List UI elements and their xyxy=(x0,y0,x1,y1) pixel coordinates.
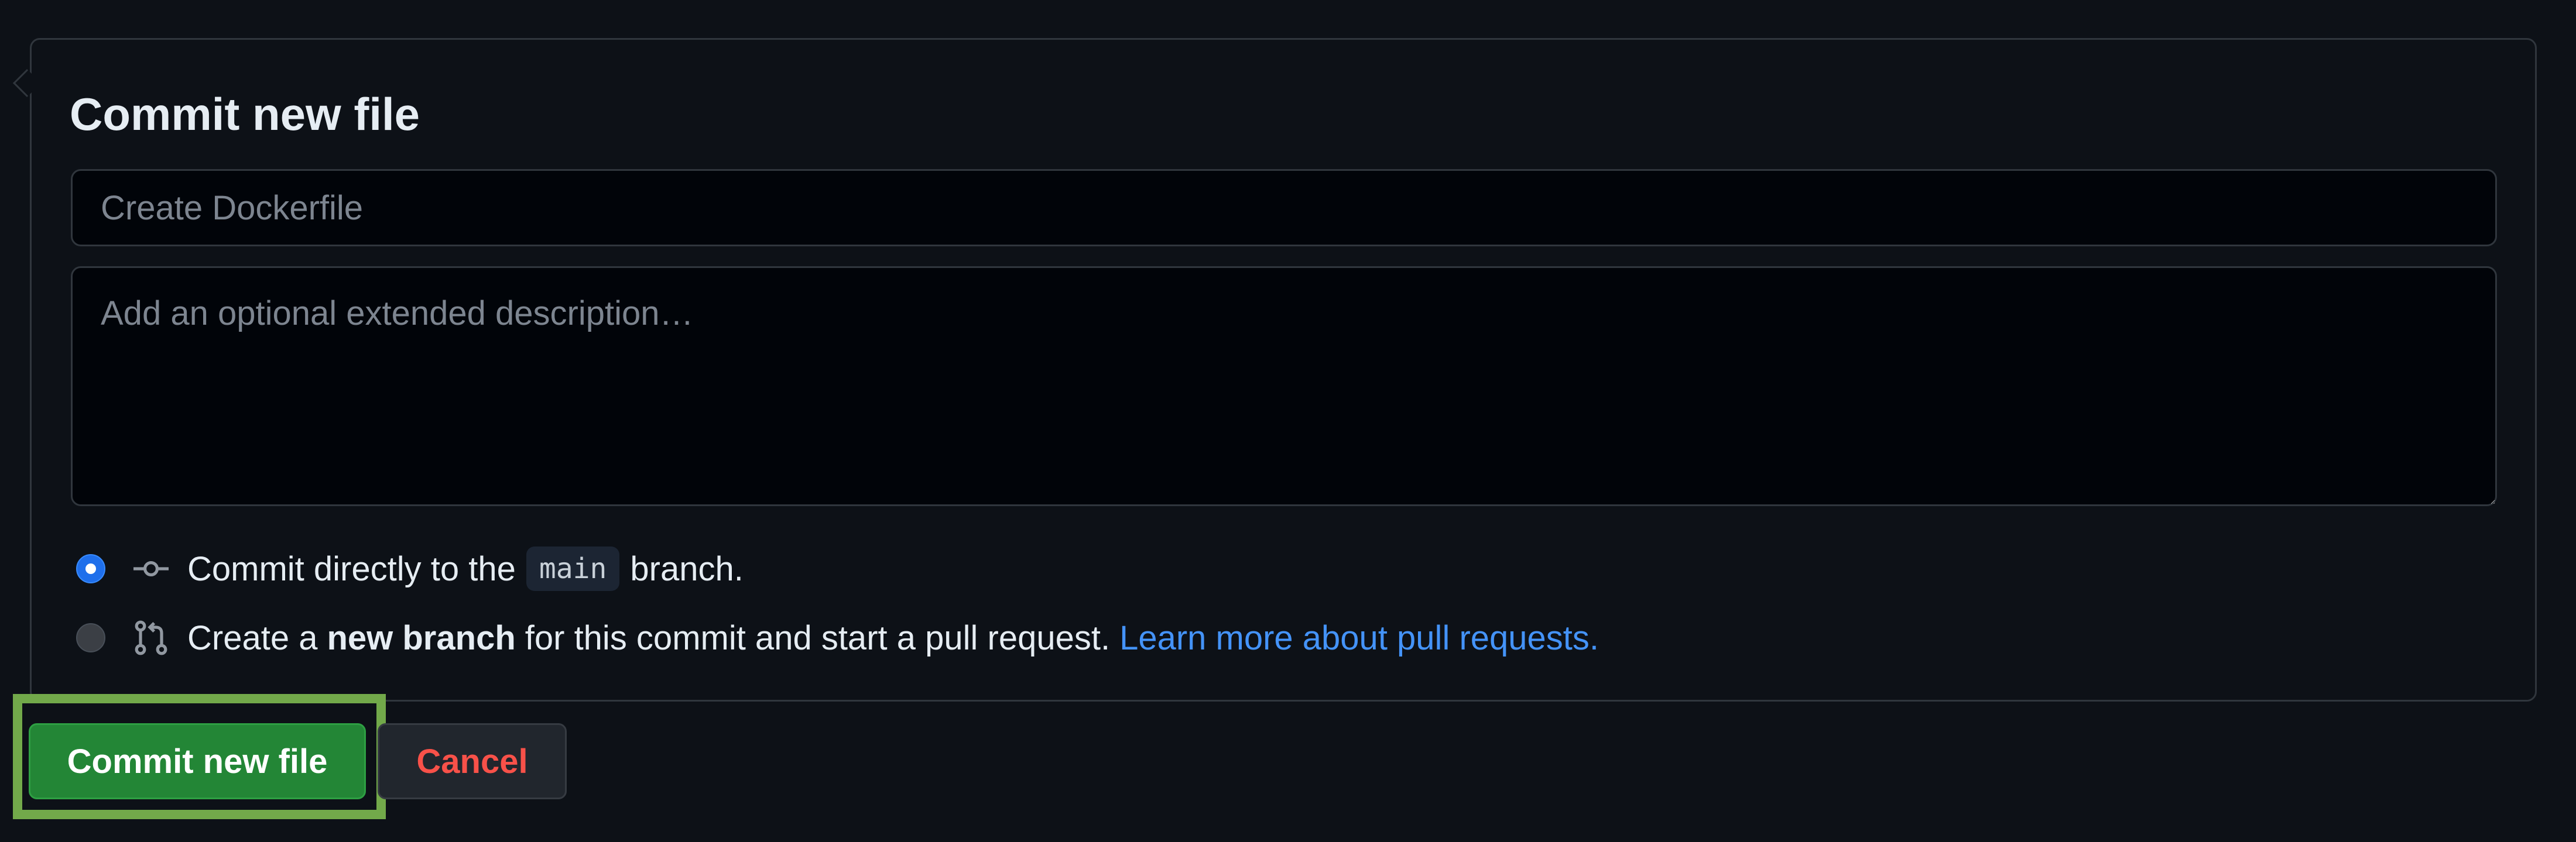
option-branch-text-before: Create a xyxy=(187,618,318,657)
commit-description-textarea[interactable] xyxy=(71,266,2497,506)
radio-commit-directly[interactable] xyxy=(76,554,105,583)
option-direct-text-after: branch. xyxy=(630,549,744,588)
learn-more-pull-requests-link[interactable]: Learn more about pull requests. xyxy=(1119,618,1599,658)
page-title: Commit new file xyxy=(70,88,420,140)
cancel-button[interactable]: Cancel xyxy=(378,723,567,799)
option-branch-text-after: for this commit and start a pull request… xyxy=(525,618,1111,657)
option-direct-text-before: Commit directly to the xyxy=(187,549,516,588)
option-new-branch[interactable]: Create a new branch for this commit and … xyxy=(76,614,1599,661)
option-commit-directly[interactable]: Commit directly to the main branch. xyxy=(76,545,744,592)
commit-new-file-button[interactable]: Commit new file xyxy=(29,723,366,799)
option-branch-text-bold: new branch xyxy=(327,618,516,657)
radio-new-branch[interactable] xyxy=(76,623,105,652)
git-pull-request-icon xyxy=(131,618,171,658)
git-commit-icon xyxy=(131,549,171,589)
commit-summary-input[interactable] xyxy=(71,169,2497,246)
branch-name-chip: main xyxy=(526,547,620,591)
